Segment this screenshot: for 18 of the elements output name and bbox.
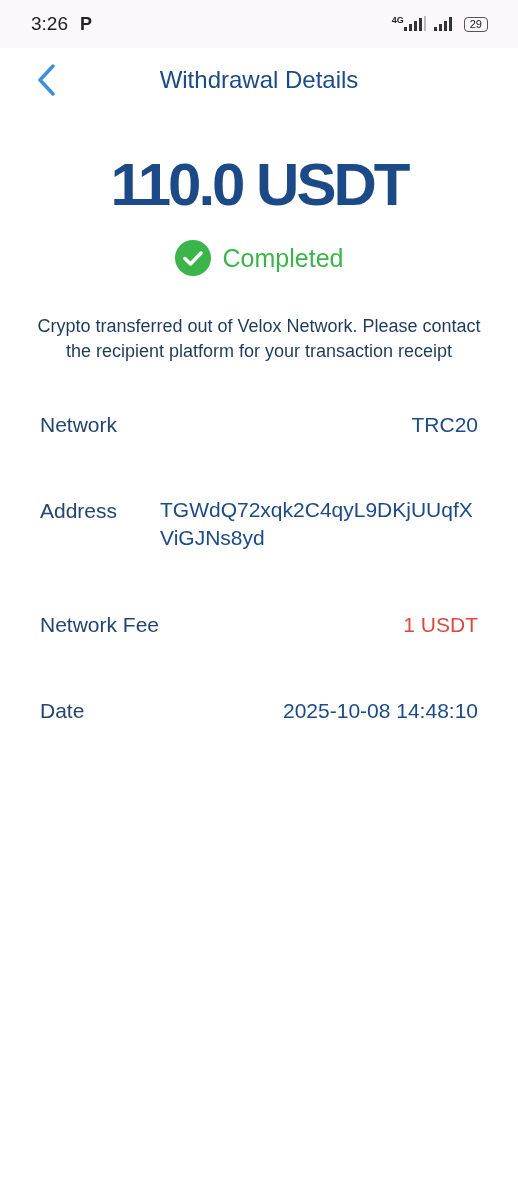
status-time: 3:26	[31, 13, 68, 35]
detail-value: 2025-10-08 14:48:10	[283, 699, 478, 723]
page-title: Withdrawal Details	[159, 66, 359, 94]
detail-label: Network	[40, 413, 118, 437]
battery-indicator: 29	[463, 16, 488, 32]
detail-value: TRC20	[411, 413, 478, 437]
status-label: Completed	[222, 243, 344, 273]
signal-icon	[403, 16, 428, 32]
detail-label: Date	[40, 699, 85, 723]
info-message: Crypto transferred out of Velox Network. Please contact the recipient platform for your transaction receipt	[36, 315, 482, 363]
withdrawal-amount: 110.0 USDT	[109, 150, 409, 220]
detail-value: TGWdQ72xqk2C4qyL9DKjUUqfXViGJNs8yd	[160, 497, 474, 551]
detail-label: Network Fee	[40, 613, 160, 637]
notification-icon: P	[80, 13, 92, 35]
back-icon[interactable]	[36, 64, 56, 96]
detail-value: 1 USDT	[403, 613, 478, 637]
network-type: 4G	[391, 15, 404, 25]
detail-label: Address	[40, 499, 118, 523]
